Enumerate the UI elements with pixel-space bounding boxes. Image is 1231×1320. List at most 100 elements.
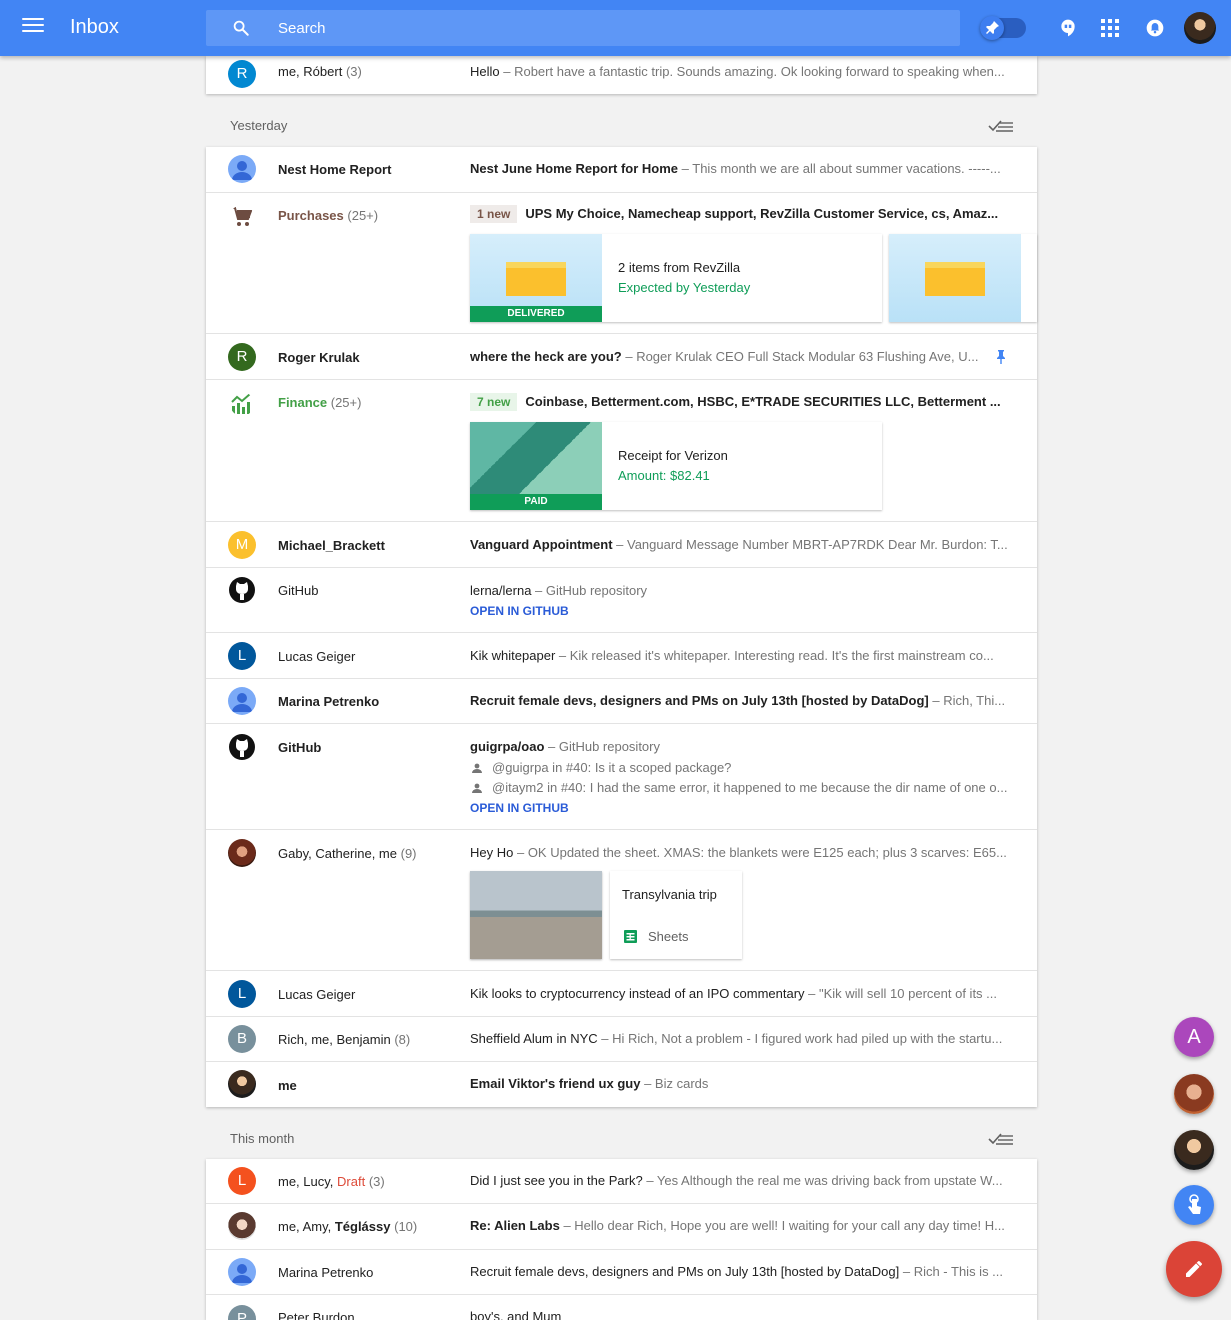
email-row-peter[interactable]: P Peter Burdon boy's, and Mum xyxy=(206,1295,1037,1320)
reminder-fab[interactable] xyxy=(1174,1185,1214,1225)
open-in-github-button[interactable]: OPEN IN GITHUB xyxy=(470,604,569,618)
pin-icon xyxy=(980,16,1004,40)
bundle-row-finance[interactable]: Finance (25+) 7 new Coinbase, Betterment.… xyxy=(206,380,1037,522)
snippet: – Biz cards xyxy=(640,1076,709,1091)
snippet: – This month we are all about summer vac… xyxy=(678,161,1001,176)
mark-all-done-icon[interactable] xyxy=(988,119,1014,133)
account-avatar[interactable] xyxy=(1184,12,1216,44)
thread-count: (3) xyxy=(345,64,362,79)
subject: UPS My Choice, Namecheap support, RevZil… xyxy=(525,206,999,221)
email-row-me[interactable]: me Email Viktor's friend ux guy – Biz ca… xyxy=(206,1062,1037,1107)
sender-name: me, Róbert xyxy=(278,64,343,79)
email-row-rich[interactable]: B Rich, me, Benjamin (8) Sheffield Alum … xyxy=(206,1017,1037,1062)
avatar: L xyxy=(228,1167,256,1195)
thread-count: (10) xyxy=(394,1219,418,1234)
sender-name: Peter Burdon xyxy=(278,1310,355,1320)
snippet: – OK Updated the sheet. XMAS: the blanke… xyxy=(513,845,1007,860)
avatar: P xyxy=(228,1305,256,1320)
subject-line: Re: Alien Labs – Hello dear Rich, Hope y… xyxy=(470,1218,1015,1233)
package-image xyxy=(889,234,1021,322)
hangouts-icon[interactable] xyxy=(1058,18,1078,38)
comment-text: @itaym2 in #40: I had the same error, it… xyxy=(492,780,1008,795)
email-row-github-oao[interactable]: GitHub guigrpa/oao – GitHub repository @… xyxy=(206,724,1037,830)
subject: Email Viktor's friend ux guy xyxy=(470,1076,641,1091)
sender-name: Nest Home Report xyxy=(278,162,392,177)
compose-button[interactable] xyxy=(1166,1241,1222,1297)
email-card-this-month: L me, Lucy, Draft (3) Did I just see you… xyxy=(206,1159,1037,1320)
subject-line: 7 new Coinbase, Betterment.com, HSBC, E*T… xyxy=(470,393,1015,411)
snippet: – GitHub repository xyxy=(531,583,648,598)
sender-name: Marina Petrenko xyxy=(278,694,380,709)
snippet: – GitHub repository xyxy=(544,739,660,754)
email-row-michael[interactable]: M Michael_Brackett Vanguard Appointment … xyxy=(206,522,1037,568)
thread-count: (25+) xyxy=(330,395,362,410)
open-in-github-button[interactable]: OPEN IN GITHUB xyxy=(470,801,569,815)
bell-icon[interactable] xyxy=(1145,18,1165,38)
email-row-amy[interactable]: me, Amy, Téglássy (10) Re: Alien Labs – … xyxy=(206,1204,1037,1250)
subject: Re: Alien Labs xyxy=(470,1218,560,1233)
email-row-roger[interactable]: R Roger Krulak where the heck are you? –… xyxy=(206,334,1037,380)
email-row-lucy[interactable]: L me, Lucy, Draft (3) Did I just see you… xyxy=(206,1159,1037,1204)
contact-fab-photo[interactable] xyxy=(1174,1074,1214,1114)
search-input[interactable]: Search xyxy=(206,10,960,46)
subject: Recruit female devs, designers and PMs o… xyxy=(470,1264,900,1279)
bundle-label: Finance xyxy=(278,395,328,410)
contact-fab-photo-me[interactable] xyxy=(1174,1130,1214,1170)
sheets-attachment[interactable]: Transylvania trip Sheets xyxy=(610,871,742,959)
subject: Recruit female devs, designers and PMs o… xyxy=(470,693,929,708)
attachment-app: Sheets xyxy=(648,929,689,944)
person-avatar-icon xyxy=(228,155,256,183)
menu-icon[interactable] xyxy=(22,18,44,38)
receipt-card[interactable]: PAID Receipt for Verizon Amount: $82.41 xyxy=(470,422,882,510)
snippet: – Kik released it's whitepaper. Interest… xyxy=(555,648,994,663)
package-title: 2 items from RevZilla xyxy=(618,260,741,275)
pin-toggle[interactable] xyxy=(980,16,1026,40)
mark-all-done-icon[interactable] xyxy=(988,1132,1014,1146)
package-card[interactable]: DELIVERED 2 items from RevZilla Expected… xyxy=(470,234,882,322)
subject: Sheffield Alum in NYC xyxy=(470,1031,598,1046)
email-row-lucas-2[interactable]: L Lucas Geiger Kik looks to cryptocurren… xyxy=(206,971,1037,1017)
package-card-next[interactable] xyxy=(889,234,1037,322)
subject: lerna/lerna xyxy=(470,583,532,598)
email-row-marina-2[interactable]: Marina Petrenko Recruit female devs, des… xyxy=(206,1250,1037,1295)
search-placeholder: Search xyxy=(278,20,326,37)
subject-line: lerna/lerna – GitHub repository xyxy=(470,583,1015,598)
comment-text: @guigrpa in #40: Is it a scoped package? xyxy=(492,760,732,775)
new-badge: 1 new xyxy=(470,205,518,223)
avatar-photo xyxy=(228,1212,256,1240)
subject-line: Email Viktor's friend ux guy – Biz cards xyxy=(470,1076,1015,1091)
github-comment: @guigrpa in #40: Is it a scoped package? xyxy=(470,760,1015,775)
package-image: DELIVERED xyxy=(470,234,602,322)
photo-attachment[interactable] xyxy=(470,871,602,959)
finance-chart-icon xyxy=(231,393,251,414)
person-icon xyxy=(472,763,482,773)
search-icon xyxy=(233,20,249,36)
subject: Hello xyxy=(470,64,500,79)
subject-line: guigrpa/oao – GitHub repository xyxy=(470,739,1015,754)
apps-grid-icon[interactable] xyxy=(1100,18,1120,38)
bundle-name: Finance (25+) xyxy=(278,395,361,410)
subject-line: Nest June Home Report for Home – This mo… xyxy=(470,161,1015,176)
thread-count: (3) xyxy=(368,1174,385,1189)
email-row-marina[interactable]: Marina Petrenko Recruit female devs, des… xyxy=(206,679,1037,724)
email-row-github-lerna[interactable]: GitHub lerna/lerna – GitHub repository O… xyxy=(206,568,1037,633)
shopping-cart-icon xyxy=(232,207,253,226)
email-row-nest[interactable]: Nest Home Report Nest June Home Report f… xyxy=(206,147,1037,193)
subject-line: Hello – Robert have a fantastic trip. So… xyxy=(470,64,1015,79)
pinned-icon[interactable] xyxy=(995,349,1007,365)
sender-name: GitHub xyxy=(278,583,319,598)
email-row-gaby[interactable]: Gaby, Catherine, me (9) Hey Ho – OK Upda… xyxy=(206,830,1037,971)
subject: Hey Ho xyxy=(470,845,514,860)
email-row-lucas[interactable]: L Lucas Geiger Kik whitepaper – Kik rele… xyxy=(206,633,1037,679)
snippet: – Robert have a fantastic trip. Sounds a… xyxy=(499,64,1005,79)
subject: where the heck are you? xyxy=(470,349,622,364)
subject-line: Recruit female devs, designers and PMs o… xyxy=(470,1264,1015,1279)
bundle-row-purchases[interactable]: Purchases (25+) 1 new UPS My Choice, Name… xyxy=(206,193,1037,334)
snippet: – Hello dear Rich, Hope you are well! I … xyxy=(559,1218,1005,1233)
section-label-this-month: This month xyxy=(230,1131,295,1146)
subject-line: where the heck are you? – Roger Krulak C… xyxy=(470,349,990,364)
subject-line: Recruit female devs, designers and PMs o… xyxy=(470,693,1015,708)
contact-fab-a[interactable]: A xyxy=(1174,1017,1214,1057)
sender-name: Marina Petrenko xyxy=(278,1265,374,1280)
email-row[interactable]: R me, Róbert (3) Hello – Robert have a f… xyxy=(206,56,1037,94)
